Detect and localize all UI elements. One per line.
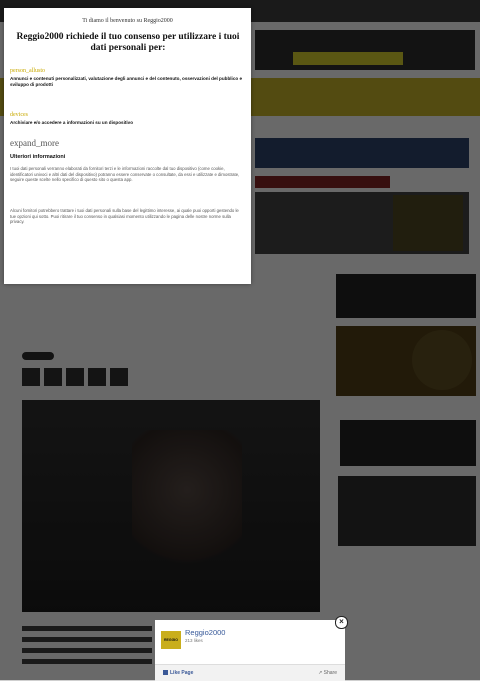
consent-paragraph-2: Alcuni fornitori potrebbero trattare i t… xyxy=(10,208,239,225)
consent-dialog: Ti diamo il benvenuto su Reggio2000 Regg… xyxy=(4,8,251,284)
fb-page-name[interactable]: Reggio2000 xyxy=(185,628,225,637)
facebook-page-widget: REGGIO Reggio2000 213 likes Like Page ↗ … xyxy=(155,620,345,681)
consent-section-devices-title: devices xyxy=(10,112,28,118)
consent-section-ads-body: Annunci e contenuti personalizzati, valu… xyxy=(10,76,243,87)
like-icon xyxy=(163,670,168,676)
fb-share-button[interactable]: ↗ Share xyxy=(318,670,337,676)
consent-heading: Reggio2000 richiede il tuo consenso per … xyxy=(16,32,240,53)
fb-page-likes: 213 likes xyxy=(185,638,203,643)
fb-like-button[interactable]: Like Page xyxy=(163,670,193,676)
fb-action-bar: Like Page ↗ Share xyxy=(155,664,345,681)
consent-section-devices-body: Archiviare e/o accedere a informazioni s… xyxy=(10,120,134,125)
consent-paragraph-1: I tuoi dati personali verranno elaborati… xyxy=(10,166,240,183)
more-info-title: Ulteriori informazioni xyxy=(10,154,66,160)
close-icon[interactable]: × xyxy=(335,616,348,629)
fb-page-logo[interactable]: REGGIO xyxy=(161,631,181,649)
consent-welcome: Ti diamo il benvenuto su Reggio2000 xyxy=(82,18,173,24)
consent-section-ads: person_allusto Annunci e contenuti perso… xyxy=(10,68,246,88)
expand-more-toggle[interactable]: expand_more xyxy=(10,138,59,148)
consent-section-devices: devices Archiviare e/o accedere a inform… xyxy=(10,112,246,126)
consent-section-ads-title: person_allusto xyxy=(10,68,45,74)
